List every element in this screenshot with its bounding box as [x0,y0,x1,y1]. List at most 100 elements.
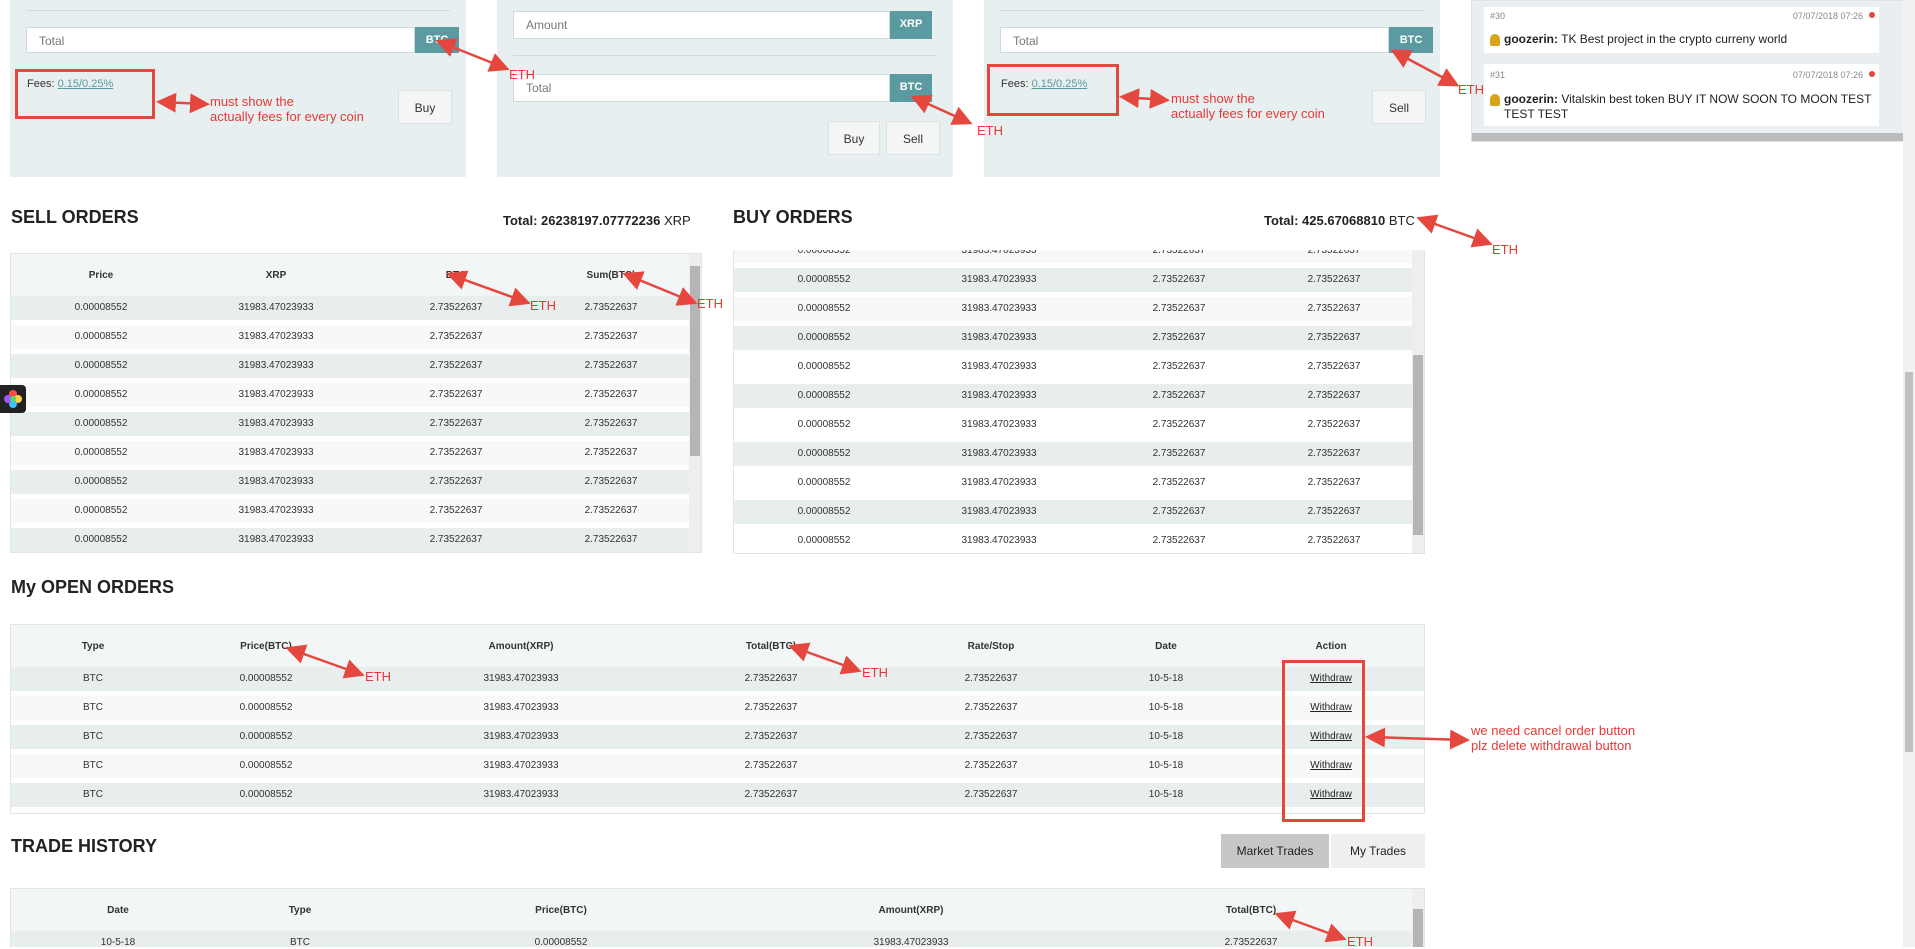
open-orders-title: My OPEN ORDERS [11,577,175,597]
table-cell: 31983.47023933 [961,390,1037,401]
page-scrollbar[interactable] [1903,0,1915,947]
table-cell: 31983.47023933 [961,274,1037,285]
column-header[interactable]: Sum(BTC) [566,270,656,281]
table-cell: 0.00008552 [74,505,128,516]
table-cell: 0.00008552 [74,331,128,342]
buy-button[interactable]: Buy [828,121,880,155]
column-header[interactable]: Amount(XRP) [861,905,961,916]
column-header[interactable]: Date [1121,641,1211,652]
message-user[interactable]: goozerin: [1504,32,1558,46]
table-cell: 2.73522637 [1152,390,1206,401]
message-user[interactable]: goozerin: [1504,92,1558,106]
table-cell: BTC [83,760,103,771]
message-text: Vitalskin best token BUY IT NOW SOON TO … [1504,92,1872,121]
chat-message: #31 07/07/2018 07:26 goozerin: Vitalskin… [1484,64,1879,126]
table-cell: 2.73522637 [744,789,798,800]
scrollbar[interactable] [1412,889,1424,947]
widget-launcher-icon[interactable] [0,385,26,413]
tab-my-trades[interactable]: My Trades [1331,834,1425,868]
table-row: 0.00008552 31983.47023933 2.73522637 2.7352… [734,268,1412,292]
table-cell: 0.00008552 [239,673,293,684]
sell-button[interactable]: Sell [886,121,940,155]
table-cell: 0.00008552 [74,447,128,458]
table-row: 0.00008552 31983.47023933 2.73522637 2.7352… [734,384,1412,408]
table-row: 0.00008552 31983.47023933 2.73522637 2.7352… [734,326,1412,350]
sell-total-input[interactable]: Total [1000,27,1389,53]
column-header[interactable]: Price(BTC) [511,905,611,916]
table-cell: 2.73522637 [1307,361,1361,372]
table-cell: 31983.47023933 [238,447,314,458]
table-cell: 2.73522637 [584,302,638,313]
table-cell: 0.00008552 [797,506,851,517]
annotation-box [1282,660,1365,822]
message-body: goozerin: Vitalskin best token BUY IT NO… [1504,92,1874,122]
sell-orders-table: Price XRP BTC Sum(BTC) 0.00008552 31983.4… [10,253,702,553]
table-header: Date Type Price(BTC) Amount(XRP) Total(B… [11,889,1424,932]
table-cell: 31983.47023933 [961,361,1037,372]
column-header[interactable]: XRP [231,270,321,281]
annotation-arrow [1416,214,1493,248]
table-cell: 31983.47023933 [483,673,559,684]
table-cell: 31983.47023933 [238,360,314,371]
column-header[interactable]: BTC [411,270,501,281]
column-header[interactable]: Type [255,905,345,916]
table-cell: 0.00008552 [74,534,128,545]
table-cell: 0.00008552 [797,250,851,256]
table-cell: 31983.47023933 [483,731,559,742]
table-cell: 10-5-18 [1148,760,1184,771]
annotation-eth: ETH [509,67,535,82]
table-cell: 2.73522637 [964,731,1018,742]
amount-input[interactable]: Amount [513,11,890,39]
annotation-eth: ETH [1492,242,1518,257]
page-scrollbar-thumb[interactable] [1905,372,1913,752]
table-cell: BTC [290,937,310,947]
annotation-note: must show the actually fees for every coi… [210,94,364,124]
column-header[interactable]: Rate/Stop [941,641,1041,652]
scrollbar-thumb[interactable] [690,266,700,456]
tab-market-trades[interactable]: Market Trades [1221,834,1329,868]
table-cell: 0.00008552 [797,419,851,430]
table-cell: 2.73522637 [1307,250,1361,256]
table-cell: 2.73522637 [429,360,483,371]
column-header[interactable]: Action [1281,641,1381,652]
table-cell: 2.73522637 [1307,274,1361,285]
column-header[interactable]: Price [56,270,146,281]
table-cell: 0.00008552 [239,702,293,713]
buy-orders-title: BUY ORDERS [733,207,853,227]
column-header[interactable]: Price(BTC) [221,641,311,652]
table-row: BTC 0.00008552 31983.47023933 2.73522637 2.7… [11,667,1424,691]
sell-button[interactable]: Sell [1372,90,1426,124]
column-header[interactable]: Amount(XRP) [471,641,571,652]
table-row: BTC 0.00008552 31983.47023933 2.73522637 2.7… [11,754,1424,778]
table-cell: 2.73522637 [1307,332,1361,343]
table-cell: 0.00008552 [797,448,851,459]
column-header[interactable]: Date [73,905,163,916]
chat-scrollbar[interactable] [1472,133,1910,141]
scrollbar[interactable] [1412,250,1424,553]
table-row: 0.00008552 31983.47023933 2.73522637 2.7352… [11,499,689,523]
scrollbar-thumb[interactable] [1413,909,1423,947]
table-cell: 31983.47023933 [238,505,314,516]
column-header[interactable]: Type [48,641,138,652]
table-cell: BTC [83,731,103,742]
table-row: 0.00008552 31983.47023933 2.73522637 2.7352… [11,441,689,465]
total-input[interactable]: Total [513,74,890,102]
table-row: 0.00008552 31983.47023933 2.73522637 2.7352… [11,470,689,494]
table-cell: 31983.47023933 [238,476,314,487]
annotation-note: we need cancel order button plz delete wi… [1471,723,1636,753]
buy-total-input[interactable]: Total [26,27,415,53]
table-cell: 2.73522637 [964,789,1018,800]
table-cell: 0.00008552 [74,360,128,371]
table-cell: 2.73522637 [429,476,483,487]
table-cell: 0.00008552 [797,361,851,372]
scrollbar-thumb[interactable] [1413,355,1423,535]
status-dot-icon [1869,71,1875,77]
table-row: 0.00008552 31983.47023933 2.73522637 2.7352… [11,296,689,320]
column-header[interactable]: Total(BTC) [721,641,821,652]
table-row: 0.00008552 31983.47023933 2.73522637 2.7352… [11,325,689,349]
table-cell: 31983.47023933 [238,331,314,342]
annotation-eth: ETH [530,298,556,313]
buy-button[interactable]: Buy [398,90,452,124]
buy-orders-table: 0.00008552 31983.47023933 2.73522637 2.7352… [733,250,1425,554]
column-header[interactable]: Total(BTC) [1201,905,1301,916]
